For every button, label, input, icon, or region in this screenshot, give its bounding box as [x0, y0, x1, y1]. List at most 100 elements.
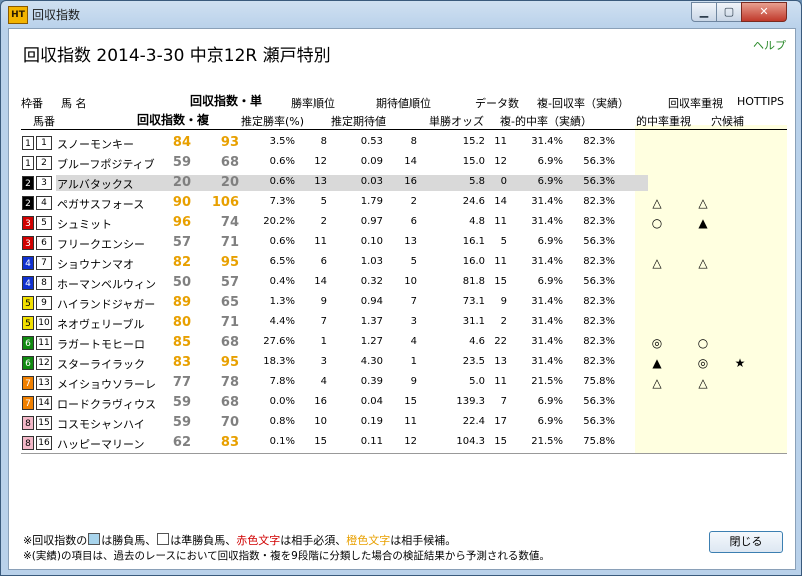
odds: 31.1 [462, 316, 485, 327]
win-rank: 16 [314, 396, 327, 407]
title-bar: HT 回収指数 ▁ ▢ ✕ [1, 1, 801, 27]
table-row: 1 2 ブルーフポジティブ 59 68 0.6% 12 0.09 14 15.0 12 6.9% 56.… [21, 153, 787, 173]
header-hit-rate: 複-的中率（実績） [500, 115, 592, 128]
index-fuku: 93 [220, 135, 239, 150]
footnote-explanation: ※(実績)の項目は、過去のレースにおいて回収指数・複を9段階に分類した場合の検証… [23, 550, 550, 562]
hit-focus-mark: ○ [651, 216, 663, 230]
index-tan: 77 [172, 375, 191, 390]
umaban-badge: 10 [36, 316, 52, 330]
horse-name: ハッピーマリーン [57, 438, 145, 451]
odds: 139.3 [456, 396, 485, 407]
footnote-legend: ※回収指数の は勝負馬、 は準勝負馬、赤色文字は相手必須、橙色文字は相手候補。 [23, 532, 456, 548]
table-row: 8 16 ハッピーマリーン 62 83 0.1% 15 0.11 12 104.3 15 21.5% 7… [21, 433, 787, 453]
win-rank: 10 [314, 416, 327, 427]
horse-name: ショウナンマオ [57, 258, 134, 271]
header-dark-horse: 穴候補 [711, 115, 744, 128]
win-rank: 1 [320, 336, 327, 347]
close-window-button[interactable]: ✕ [741, 2, 787, 22]
table-row: 6 11 ラガートモヒーロ 85 68 27.6% 1 1.27 4 4.6 22 31.4% 82.3… [21, 333, 787, 353]
umaban-badge: 2 [36, 156, 52, 170]
est-win: 1.3% [269, 296, 295, 307]
data-count: 11 [494, 256, 507, 267]
odds: 15.2 [462, 136, 485, 147]
footnote-red-text: 赤色文字 [236, 534, 281, 547]
exp-rank: 6 [410, 216, 417, 227]
umaban-badge: 4 [36, 196, 52, 210]
window-title: 回収指数 [32, 8, 81, 22]
data-count: 11 [494, 216, 507, 227]
help-link[interactable]: ヘルプ [753, 37, 786, 53]
horse-name: シュミット [57, 218, 112, 231]
index-tan: 59 [172, 155, 191, 170]
fuku-return: 56.3% [583, 396, 615, 407]
est-exp: 0.04 [360, 396, 383, 407]
fuku-return: 75.8% [583, 376, 615, 387]
return-focus-mark: ◎ [697, 356, 709, 370]
data-count: 7 [500, 396, 507, 407]
waku-badge: 5 [22, 316, 34, 330]
hit-rate: 6.9% [537, 276, 563, 287]
index-tan: 83 [172, 355, 191, 370]
table-row: 4 7 ショウナンマオ 82 95 6.5% 6 1.03 5 16.0 11 31.4% 82.3% △… [21, 253, 787, 273]
exp-rank: 7 [410, 296, 417, 307]
header-hit-focus: 的中率重視 [636, 115, 691, 128]
table-row: 3 6 フリークエンシー 57 71 0.6% 11 0.10 13 16.1 5 6.9% 56.3% [21, 233, 787, 253]
index-tan: 50 [172, 275, 191, 290]
header-est-exp: 推定期待値 [331, 115, 386, 128]
minimize-button[interactable]: ▁ [691, 2, 717, 22]
data-count: 11 [494, 136, 507, 147]
odds: 81.8 [462, 276, 485, 287]
fuku-return: 82.3% [583, 256, 615, 267]
sub-horse-swatch [157, 533, 170, 545]
index-fuku: 95 [220, 355, 239, 370]
fuku-return: 56.3% [583, 276, 615, 287]
table-row: 4 8 ホーマンベルウィン 50 57 0.4% 14 0.32 10 81.8 15 6.9% 56.… [21, 273, 787, 293]
horse-name: フリークエンシー [57, 238, 145, 251]
est-win: 0.6% [269, 236, 295, 247]
waku-badge: 2 [22, 196, 34, 210]
umaban-badge: 15 [36, 416, 52, 430]
waku-badge: 4 [22, 256, 34, 270]
index-fuku: 68 [220, 335, 239, 350]
exp-rank: 9 [410, 376, 417, 387]
odds: 23.5 [462, 356, 485, 367]
odds: 5.0 [469, 376, 485, 387]
umaban-badge: 11 [36, 336, 52, 350]
maximize-button[interactable]: ▢ [716, 2, 742, 22]
umaban-badge: 6 [36, 236, 52, 250]
exp-rank: 12 [404, 436, 417, 447]
est-exp: 0.11 [360, 436, 383, 447]
data-count: 14 [494, 196, 507, 207]
horse-name: メイショウソラーレ [57, 378, 156, 391]
table-row: 3 5 シュミット 96 74 20.2% 2 0.97 6 4.8 11 31.4% 82.3% ○ ▲ [21, 213, 787, 233]
est-win: 0.0% [269, 396, 295, 407]
index-tan: 90 [172, 195, 191, 210]
header-divider [21, 129, 787, 130]
data-count: 11 [494, 376, 507, 387]
odds: 104.3 [456, 436, 485, 447]
est-exp: 0.53 [360, 136, 383, 147]
win-rank: 14 [314, 276, 327, 287]
index-fuku: 71 [220, 315, 239, 330]
umaban-badge: 12 [36, 356, 52, 370]
index-tan: 96 [172, 215, 191, 230]
index-tan: 84 [172, 135, 191, 150]
exp-rank: 16 [404, 176, 417, 187]
fuku-return: 56.3% [583, 236, 615, 247]
fuku-return: 56.3% [583, 176, 615, 187]
fuku-return: 82.3% [583, 296, 615, 307]
win-rank: 13 [314, 176, 327, 187]
close-button[interactable]: 閉じる [709, 531, 783, 553]
horse-name: スノーモンキー [57, 138, 134, 151]
data-count: 9 [500, 296, 507, 307]
table-row: 5 9 ハイランドジャガー 89 65 1.3% 9 0.94 7 73.1 9 31.4% 82.3% [21, 293, 787, 313]
exp-rank: 14 [404, 156, 417, 167]
header-est-win: 推定勝率(%) [241, 115, 305, 128]
data-count: 0 [500, 176, 507, 187]
index-tan: 20 [172, 175, 191, 190]
hit-rate: 6.9% [537, 416, 563, 427]
index-fuku: 57 [220, 275, 239, 290]
app-icon: HT [8, 6, 28, 24]
est-exp: 0.97 [360, 216, 383, 227]
horse-name: ブルーフポジティブ [57, 158, 155, 171]
